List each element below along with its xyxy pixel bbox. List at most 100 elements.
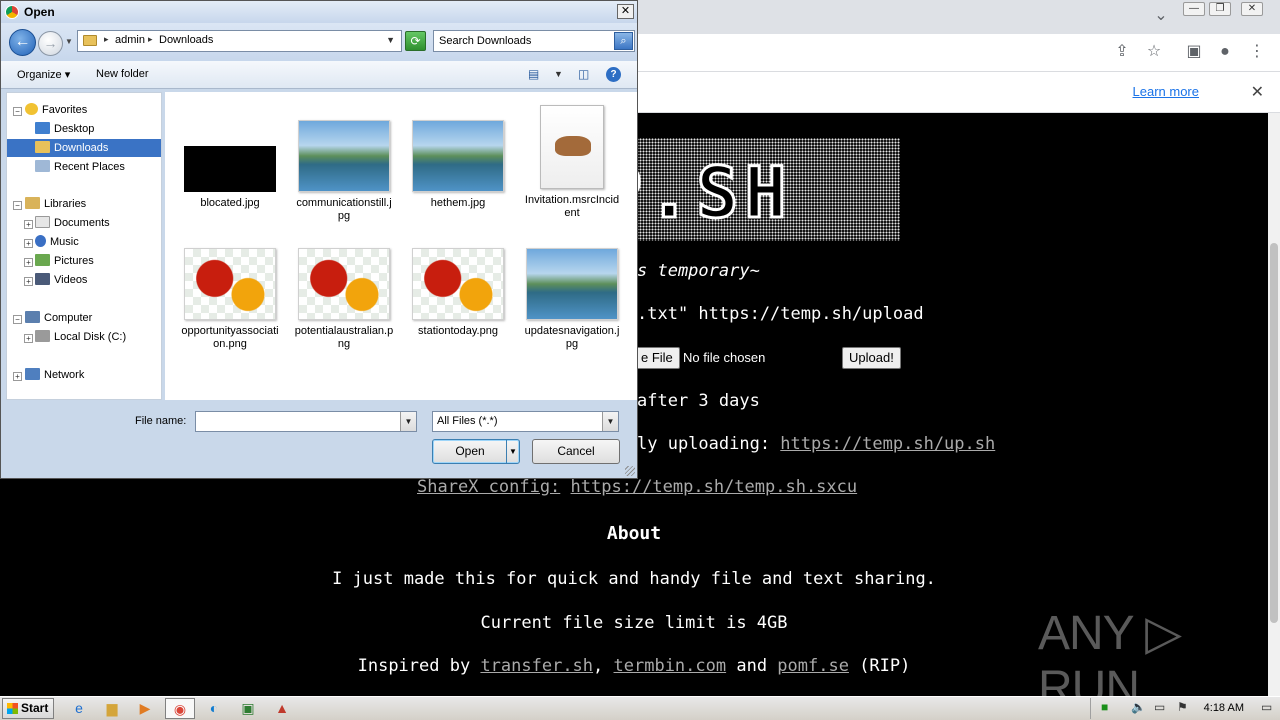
chrome-menu-icon[interactable]: ⋮ xyxy=(1246,42,1268,62)
nav-network[interactable]: Network xyxy=(25,366,84,384)
file-item[interactable]: blocated.jpg xyxy=(180,120,280,210)
back-arrow-icon[interactable]: ← xyxy=(9,29,36,56)
file-type-dropdown-icon[interactable]: ▼ xyxy=(602,412,618,431)
dialog-close-button[interactable]: ✕ xyxy=(617,4,634,19)
collapse-libraries-icon[interactable]: − xyxy=(13,201,22,210)
bookmark-star-icon[interactable]: ☆ xyxy=(1143,42,1165,62)
edge-icon[interactable]: ◐ xyxy=(199,698,229,719)
organize-button[interactable]: Organize ▾ xyxy=(17,68,70,81)
file-list: blocated.jpg communicationstill.jpg heth… xyxy=(165,92,637,400)
file-item[interactable]: opportunityassociation.png xyxy=(180,248,280,351)
file-item[interactable]: updatesnavigation.jpg xyxy=(522,248,622,351)
scrollbar-thumb[interactable] xyxy=(1270,243,1278,623)
collapse-computer-icon[interactable]: − xyxy=(13,315,22,324)
taskbar: Start e ▆ ▶ ◉ ◐ ▣ ▲ ■ 🔈 ▭ ⚑ 4:18 AM ▭ xyxy=(0,696,1280,720)
file-item[interactable]: potentialaustralian.png xyxy=(294,248,394,351)
upload-button[interactable]: Upload! xyxy=(842,347,901,369)
nav-videos[interactable]: Videos xyxy=(35,271,87,289)
new-folder-button[interactable]: New folder xyxy=(96,68,149,80)
start-button[interactable]: Start xyxy=(2,698,54,719)
dialog-titlebar[interactable]: Open ✕ xyxy=(1,1,637,23)
expand-music-icon[interactable]: + xyxy=(24,239,33,248)
preview-pane-icon[interactable]: ◫ xyxy=(578,67,589,81)
chrome-taskbar-icon[interactable]: ◉ xyxy=(165,698,195,719)
file-name-dropdown-icon[interactable]: ▼ xyxy=(400,412,416,431)
file-item[interactable]: stationtoday.png xyxy=(408,248,508,338)
media-player-icon[interactable]: ▶ xyxy=(130,698,160,719)
up-sh-link[interactable]: https://temp.sh/up.sh xyxy=(780,434,995,454)
search-icon[interactable]: ⌕ xyxy=(614,32,633,50)
nav-libraries[interactable]: Libraries xyxy=(25,195,86,213)
profile-avatar-icon[interactable]: ● xyxy=(1214,42,1236,62)
dialog-title: Open xyxy=(24,5,55,19)
search-input[interactable] xyxy=(434,31,614,51)
infobar-close-icon[interactable]: ✕ xyxy=(1251,82,1264,102)
address-dropdown-icon[interactable]: ▼ xyxy=(386,35,395,45)
network-status-icon[interactable]: ■ xyxy=(1101,700,1108,714)
breadcrumb-downloads[interactable]: Downloads xyxy=(159,34,213,46)
view-options-dropdown-icon[interactable]: ▼ xyxy=(554,69,563,79)
nav-local-disk[interactable]: Local Disk (C:) xyxy=(35,328,126,346)
resize-grip[interactable] xyxy=(625,466,635,476)
terminal-icon[interactable]: ▣ xyxy=(233,698,263,719)
expand-pictures-icon[interactable]: + xyxy=(24,258,33,267)
file-name: opportunityassociation.png xyxy=(181,325,279,350)
side-panel-icon[interactable]: ▣ xyxy=(1183,42,1205,62)
forward-arrow-icon[interactable]: → xyxy=(38,31,63,56)
file-item[interactable]: Invitation.msrcIncident xyxy=(522,105,622,220)
close-window-button[interactable]: ✕ xyxy=(1241,2,1263,16)
learn-more-link[interactable]: Learn more xyxy=(1133,84,1199,99)
file-explorer-icon[interactable]: ▆ xyxy=(97,698,127,719)
nav-network-label: Network xyxy=(44,369,85,381)
refresh-icon[interactable]: ⟳ xyxy=(405,31,426,51)
share-icon[interactable]: ⇪ xyxy=(1111,42,1133,62)
app-icon[interactable]: ▲ xyxy=(267,698,297,719)
breadcrumb-root-arrow-icon[interactable]: ▸ xyxy=(104,34,109,45)
nav-favorites[interactable]: Favorites xyxy=(25,101,87,119)
display-icon[interactable]: ▭ xyxy=(1154,700,1165,714)
nav-downloads[interactable]: Downloads xyxy=(7,139,161,157)
breadcrumb-arrow-icon[interactable]: ▸ xyxy=(148,34,153,45)
nav-desktop[interactable]: Desktop xyxy=(35,120,94,138)
nav-music[interactable]: Music xyxy=(35,233,79,251)
file-type-select[interactable]: All Files (*.*) ▼ xyxy=(432,411,619,432)
cancel-button[interactable]: Cancel xyxy=(532,439,620,464)
restore-button[interactable]: ❐ xyxy=(1209,2,1231,16)
sharex-config-link[interactable]: https://temp.sh/temp.sh.sxcu xyxy=(571,477,858,497)
collapse-favorites-icon[interactable]: − xyxy=(13,107,22,116)
minimize-button[interactable]: — xyxy=(1183,2,1205,16)
nav-documents[interactable]: Documents xyxy=(35,214,110,232)
transfer-sh-link[interactable]: transfer.sh xyxy=(480,656,593,676)
file-name-input[interactable] xyxy=(196,412,400,431)
termbin-link[interactable]: termbin.com xyxy=(614,656,727,676)
action-center-flag-icon[interactable]: ⚑ xyxy=(1177,700,1188,714)
file-item[interactable]: hethem.jpg xyxy=(408,120,508,210)
search-box[interactable]: ⌕ xyxy=(433,30,635,52)
expand-documents-icon[interactable]: + xyxy=(24,220,33,229)
recent-locations-dropdown-icon[interactable]: ▼ xyxy=(65,37,73,46)
change-view-icon[interactable]: ▤ xyxy=(528,67,539,81)
help-icon[interactable]: ? xyxy=(606,67,621,82)
file-name-combobox[interactable]: ▼ xyxy=(195,411,417,432)
pomf-link[interactable]: pomf.se xyxy=(777,656,849,676)
volume-icon[interactable]: 🔈 xyxy=(1131,700,1146,714)
clock[interactable]: 4:18 AM xyxy=(1204,702,1244,714)
open-split-dropdown-icon[interactable]: ▼ xyxy=(506,440,519,463)
show-desktop-icon[interactable]: ▭ xyxy=(1261,700,1272,714)
tab-search-chevron-icon[interactable]: ⌄ xyxy=(1150,6,1172,26)
sharex-line: ShareX config: https://temp.sh/temp.sh.s… xyxy=(417,477,857,497)
expand-videos-icon[interactable]: + xyxy=(24,277,33,286)
breadcrumb-admin[interactable]: admin xyxy=(115,34,145,46)
open-button[interactable]: Open ▼ xyxy=(432,439,520,464)
nav-computer[interactable]: Computer xyxy=(25,309,92,327)
nav-pictures[interactable]: Pictures xyxy=(35,252,94,270)
image-thumbnail xyxy=(298,248,390,320)
expand-network-icon[interactable]: + xyxy=(13,372,22,381)
page-scrollbar[interactable] xyxy=(1268,113,1280,696)
expand-local-disk-icon[interactable]: + xyxy=(24,334,33,343)
internet-explorer-icon[interactable]: e xyxy=(64,698,94,719)
address-bar[interactable]: ▸ admin ▸ Downloads ▼ xyxy=(77,30,402,52)
system-tray: ■ 🔈 ▭ ⚑ 4:18 AM ▭ xyxy=(1090,698,1280,719)
file-item[interactable]: communicationstill.jpg xyxy=(294,120,394,223)
nav-recent-places[interactable]: Recent Places xyxy=(35,158,125,176)
